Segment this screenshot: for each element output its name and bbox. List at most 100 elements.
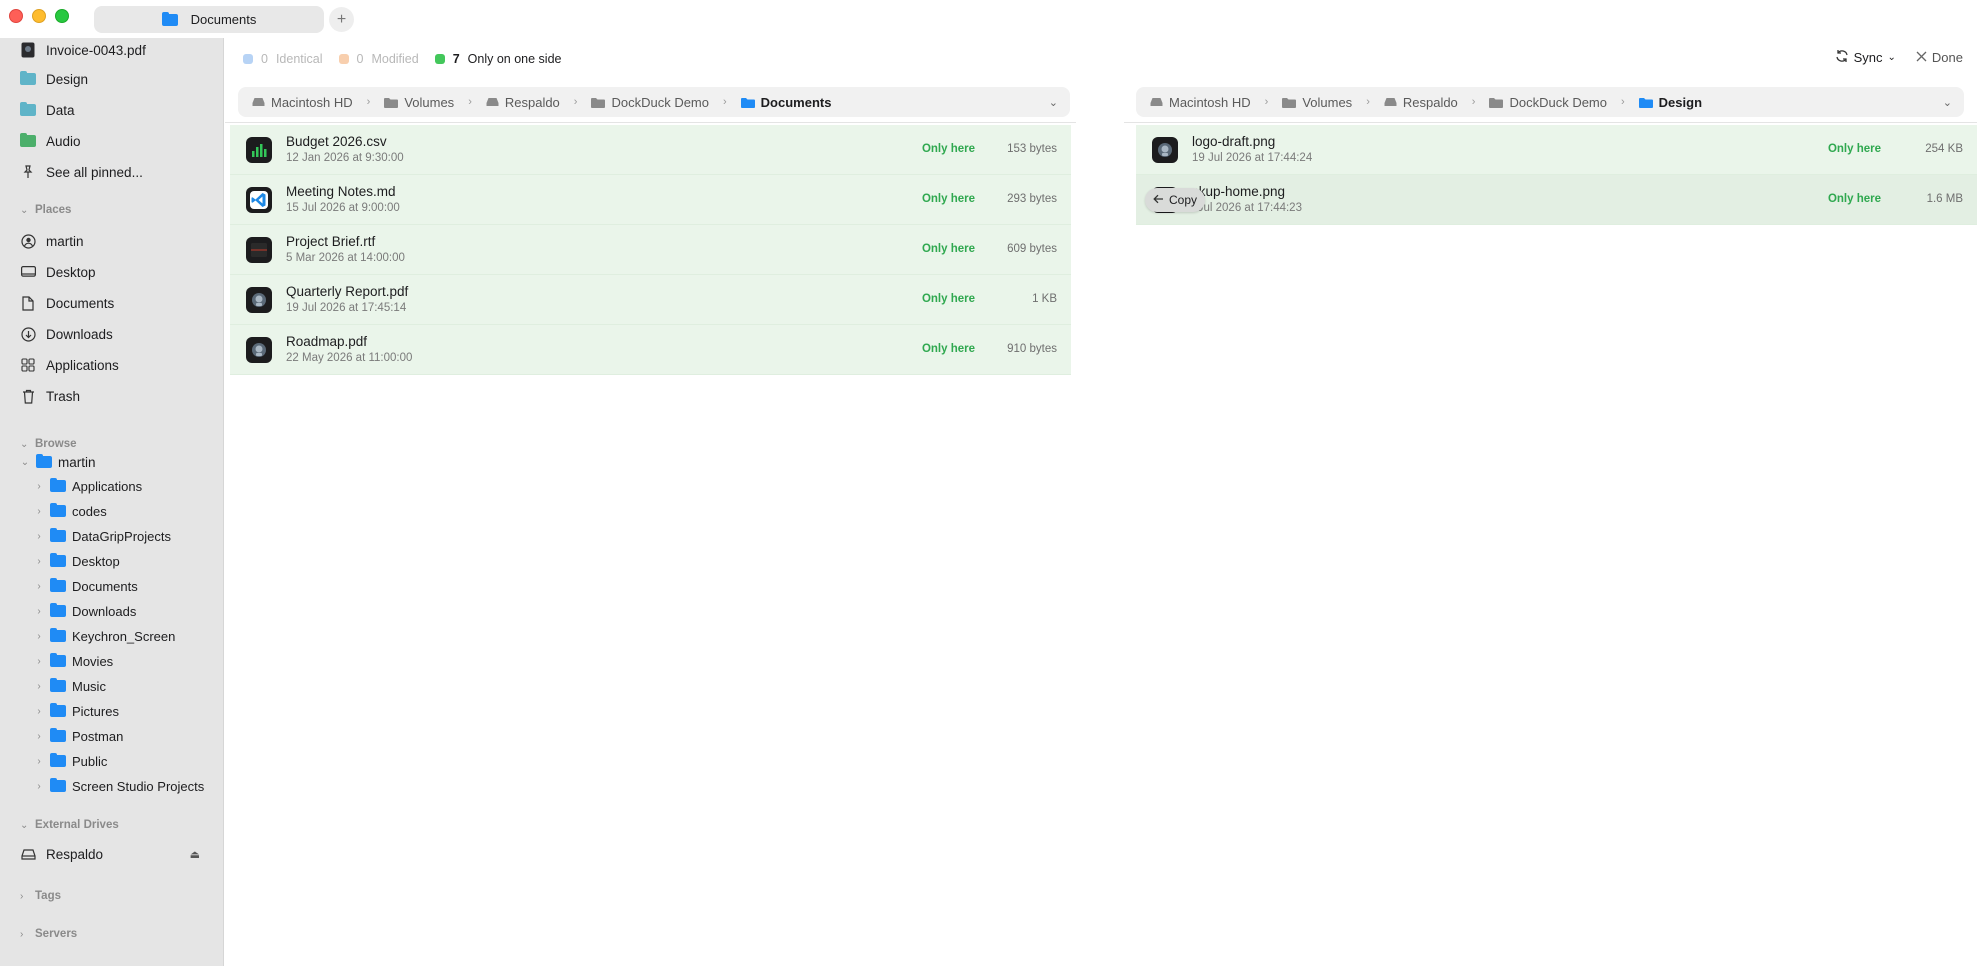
close-window-button[interactable] — [9, 9, 23, 23]
sidebar-item-audio[interactable]: Audio — [0, 129, 223, 153]
tree-item[interactable]: › Keychron_Screen — [0, 625, 223, 647]
tree-item[interactable]: › Desktop — [0, 550, 223, 572]
sync-icon — [1835, 49, 1849, 66]
tree-item[interactable]: › Public — [0, 750, 223, 772]
chevron-down-icon[interactable]: ⌄ — [20, 457, 30, 468]
chevron-right-icon[interactable]: › — [34, 631, 44, 642]
file-row[interactable]: Meeting Notes.md 15 Jul 2026 at 9:00:00 On… — [230, 175, 1071, 225]
chevron-right-icon[interactable]: › — [34, 556, 44, 567]
sidebar-item-downloads[interactable]: Downloads — [0, 322, 223, 346]
chevron-right-icon[interactable]: › — [34, 506, 44, 517]
tags-section-header[interactable]: › Tags — [0, 886, 223, 906]
eject-icon[interactable]: ⏏ — [190, 848, 200, 861]
status-badge: Only here — [921, 193, 975, 205]
copy-left-button[interactable]: Copy — [1145, 188, 1206, 212]
sidebar-item-documents[interactable]: Documents — [0, 291, 223, 315]
file-name: logo-draft.png — [1192, 134, 1276, 149]
file-size: 1.6 MB — [1926, 193, 1963, 205]
sidebar-item-data[interactable]: Data — [0, 98, 223, 122]
chevron-right-icon[interactable]: › — [34, 706, 44, 717]
legend-only-one-side[interactable]: 7 Only on one side — [434, 52, 561, 66]
tree-item[interactable]: › Postman — [0, 725, 223, 747]
right-path-bar[interactable]: Macintosh HD › Volumes › Respaldo › DockDuck D… — [1136, 87, 1964, 117]
done-button[interactable]: Done — [1916, 50, 1963, 65]
new-tab-button[interactable]: + — [329, 7, 354, 32]
legend-modified[interactable]: 0 Modified — [338, 52, 419, 66]
tree-item[interactable]: › Applications — [0, 475, 223, 497]
breadcrumb-item[interactable]: Respaldo › — [1384, 95, 1490, 110]
breadcrumb-item[interactable]: DockDuck Demo › — [591, 95, 740, 110]
breadcrumb-item[interactable]: Respaldo › — [486, 95, 592, 110]
file-row[interactable]: logo-draft.png 19 Jul 2026 at 17:44:24 Onl… — [1136, 125, 1977, 175]
breadcrumb-item[interactable]: Volumes › — [384, 95, 486, 110]
external-drives-section-header[interactable]: ⌄ External Drives — [0, 815, 223, 835]
sync-button[interactable]: Sync ⌄ — [1835, 49, 1896, 66]
drive-icon — [252, 97, 265, 107]
breadcrumb-item[interactable]: Macintosh HD › — [252, 95, 384, 110]
comparison-legend: 0 Identical 0 Modified 7 Only on one sid… — [243, 50, 577, 68]
tree-item[interactable]: › Music — [0, 675, 223, 697]
drive-icon — [20, 846, 36, 862]
tree-item[interactable]: › DataGripProjects — [0, 525, 223, 547]
minimize-window-button[interactable] — [32, 9, 46, 23]
file-row[interactable]: Budget 2026.csv 12 Jan 2026 at 9:30:00 Onl… — [230, 125, 1071, 175]
breadcrumb-label: Macintosh HD — [1169, 94, 1251, 110]
file-row[interactable]: Roadmap.pdf 22 May 2026 at 11:00:00 Only h… — [230, 325, 1071, 375]
tree-item[interactable]: › Pictures — [0, 700, 223, 722]
chevron-right-icon[interactable]: › — [34, 681, 44, 692]
chevron-right-icon: › — [20, 928, 24, 940]
sidebar-item-label: Data — [46, 102, 75, 118]
breadcrumb-label: Macintosh HD — [271, 94, 353, 110]
sidebar-item-desktop[interactable]: Desktop — [0, 260, 223, 284]
tree-item[interactable]: › Screen Studio Projects — [0, 775, 223, 797]
tree-item[interactable]: › Downloads — [0, 600, 223, 622]
breadcrumb-item[interactable]: Volumes › — [1282, 95, 1384, 110]
folder-icon — [20, 133, 36, 147]
title-bar: Documents + — [0, 0, 1977, 38]
chevron-right-icon[interactable]: › — [34, 531, 44, 542]
chevron-right-icon[interactable]: › — [34, 781, 44, 792]
tree-item[interactable]: › Movies — [0, 650, 223, 672]
status-badge: Only here — [921, 243, 975, 255]
sidebar-item-trash[interactable]: Trash — [0, 384, 223, 408]
tree-item-label: Desktop — [72, 553, 120, 569]
tree-item-martin[interactable]: ⌄ martin — [0, 450, 223, 474]
file-row[interactable]: ckup-home.png l Jul 2026 at 17:44:23 Only … — [1136, 175, 1977, 225]
places-section-header[interactable]: ⌄ Places — [0, 200, 223, 220]
chevron-right-icon: › — [468, 96, 472, 108]
modified-swatch — [338, 54, 349, 64]
breadcrumb-item[interactable]: Documents — [740, 95, 831, 110]
sidebar-item-respaldo[interactable]: Respaldo ⏏ — [0, 842, 223, 866]
sidebar-item-design[interactable]: Design — [0, 67, 223, 91]
preview-icon — [1152, 137, 1178, 163]
chevron-right-icon[interactable]: › — [34, 656, 44, 667]
chevron-right-icon[interactable]: › — [34, 756, 44, 767]
drive-icon — [486, 97, 499, 107]
file-row[interactable]: Quarterly Report.pdf 19 Jul 2026 at 17:45… — [230, 275, 1071, 325]
breadcrumb-item[interactable]: Design — [1638, 95, 1702, 110]
breadcrumb-item[interactable]: DockDuck Demo › — [1489, 95, 1638, 110]
chevron-right-icon[interactable]: › — [34, 606, 44, 617]
tab-documents[interactable]: Documents — [94, 6, 324, 33]
chevron-right-icon[interactable]: › — [34, 581, 44, 592]
sidebar-item-applications[interactable]: Applications — [0, 353, 223, 377]
legend-identical[interactable]: 0 Identical — [243, 52, 323, 66]
chevron-right-icon: › — [1471, 96, 1476, 108]
chevron-down-icon[interactable]: ⌄ — [1943, 96, 1952, 109]
tree-item[interactable]: › Documents — [0, 575, 223, 597]
chevron-down-icon[interactable]: ⌄ — [1049, 96, 1058, 109]
sidebar-item-see-all-pinned[interactable]: See all pinned... — [0, 160, 223, 184]
tree-item-label: Documents — [72, 578, 138, 594]
chevron-right-icon[interactable]: › — [34, 481, 44, 492]
folder-icon — [50, 728, 66, 742]
file-row[interactable]: Project Brief.rtf 5 Mar 2026 at 14:00:00 O… — [230, 225, 1071, 275]
zoom-window-button[interactable] — [55, 9, 69, 23]
sidebar-item-invoice[interactable]: Invoice-0043.pdf — [0, 38, 223, 62]
tree-item[interactable]: › codes — [0, 500, 223, 522]
left-path-bar[interactable]: Macintosh HD › Volumes › Respaldo › DockDuck D… — [238, 87, 1070, 117]
chevron-right-icon: › — [723, 96, 727, 108]
breadcrumb-item[interactable]: Macintosh HD › — [1150, 95, 1282, 110]
servers-section-header[interactable]: › Servers — [0, 924, 223, 944]
sidebar-item-martin[interactable]: martin — [0, 229, 223, 253]
chevron-right-icon[interactable]: › — [34, 731, 44, 742]
